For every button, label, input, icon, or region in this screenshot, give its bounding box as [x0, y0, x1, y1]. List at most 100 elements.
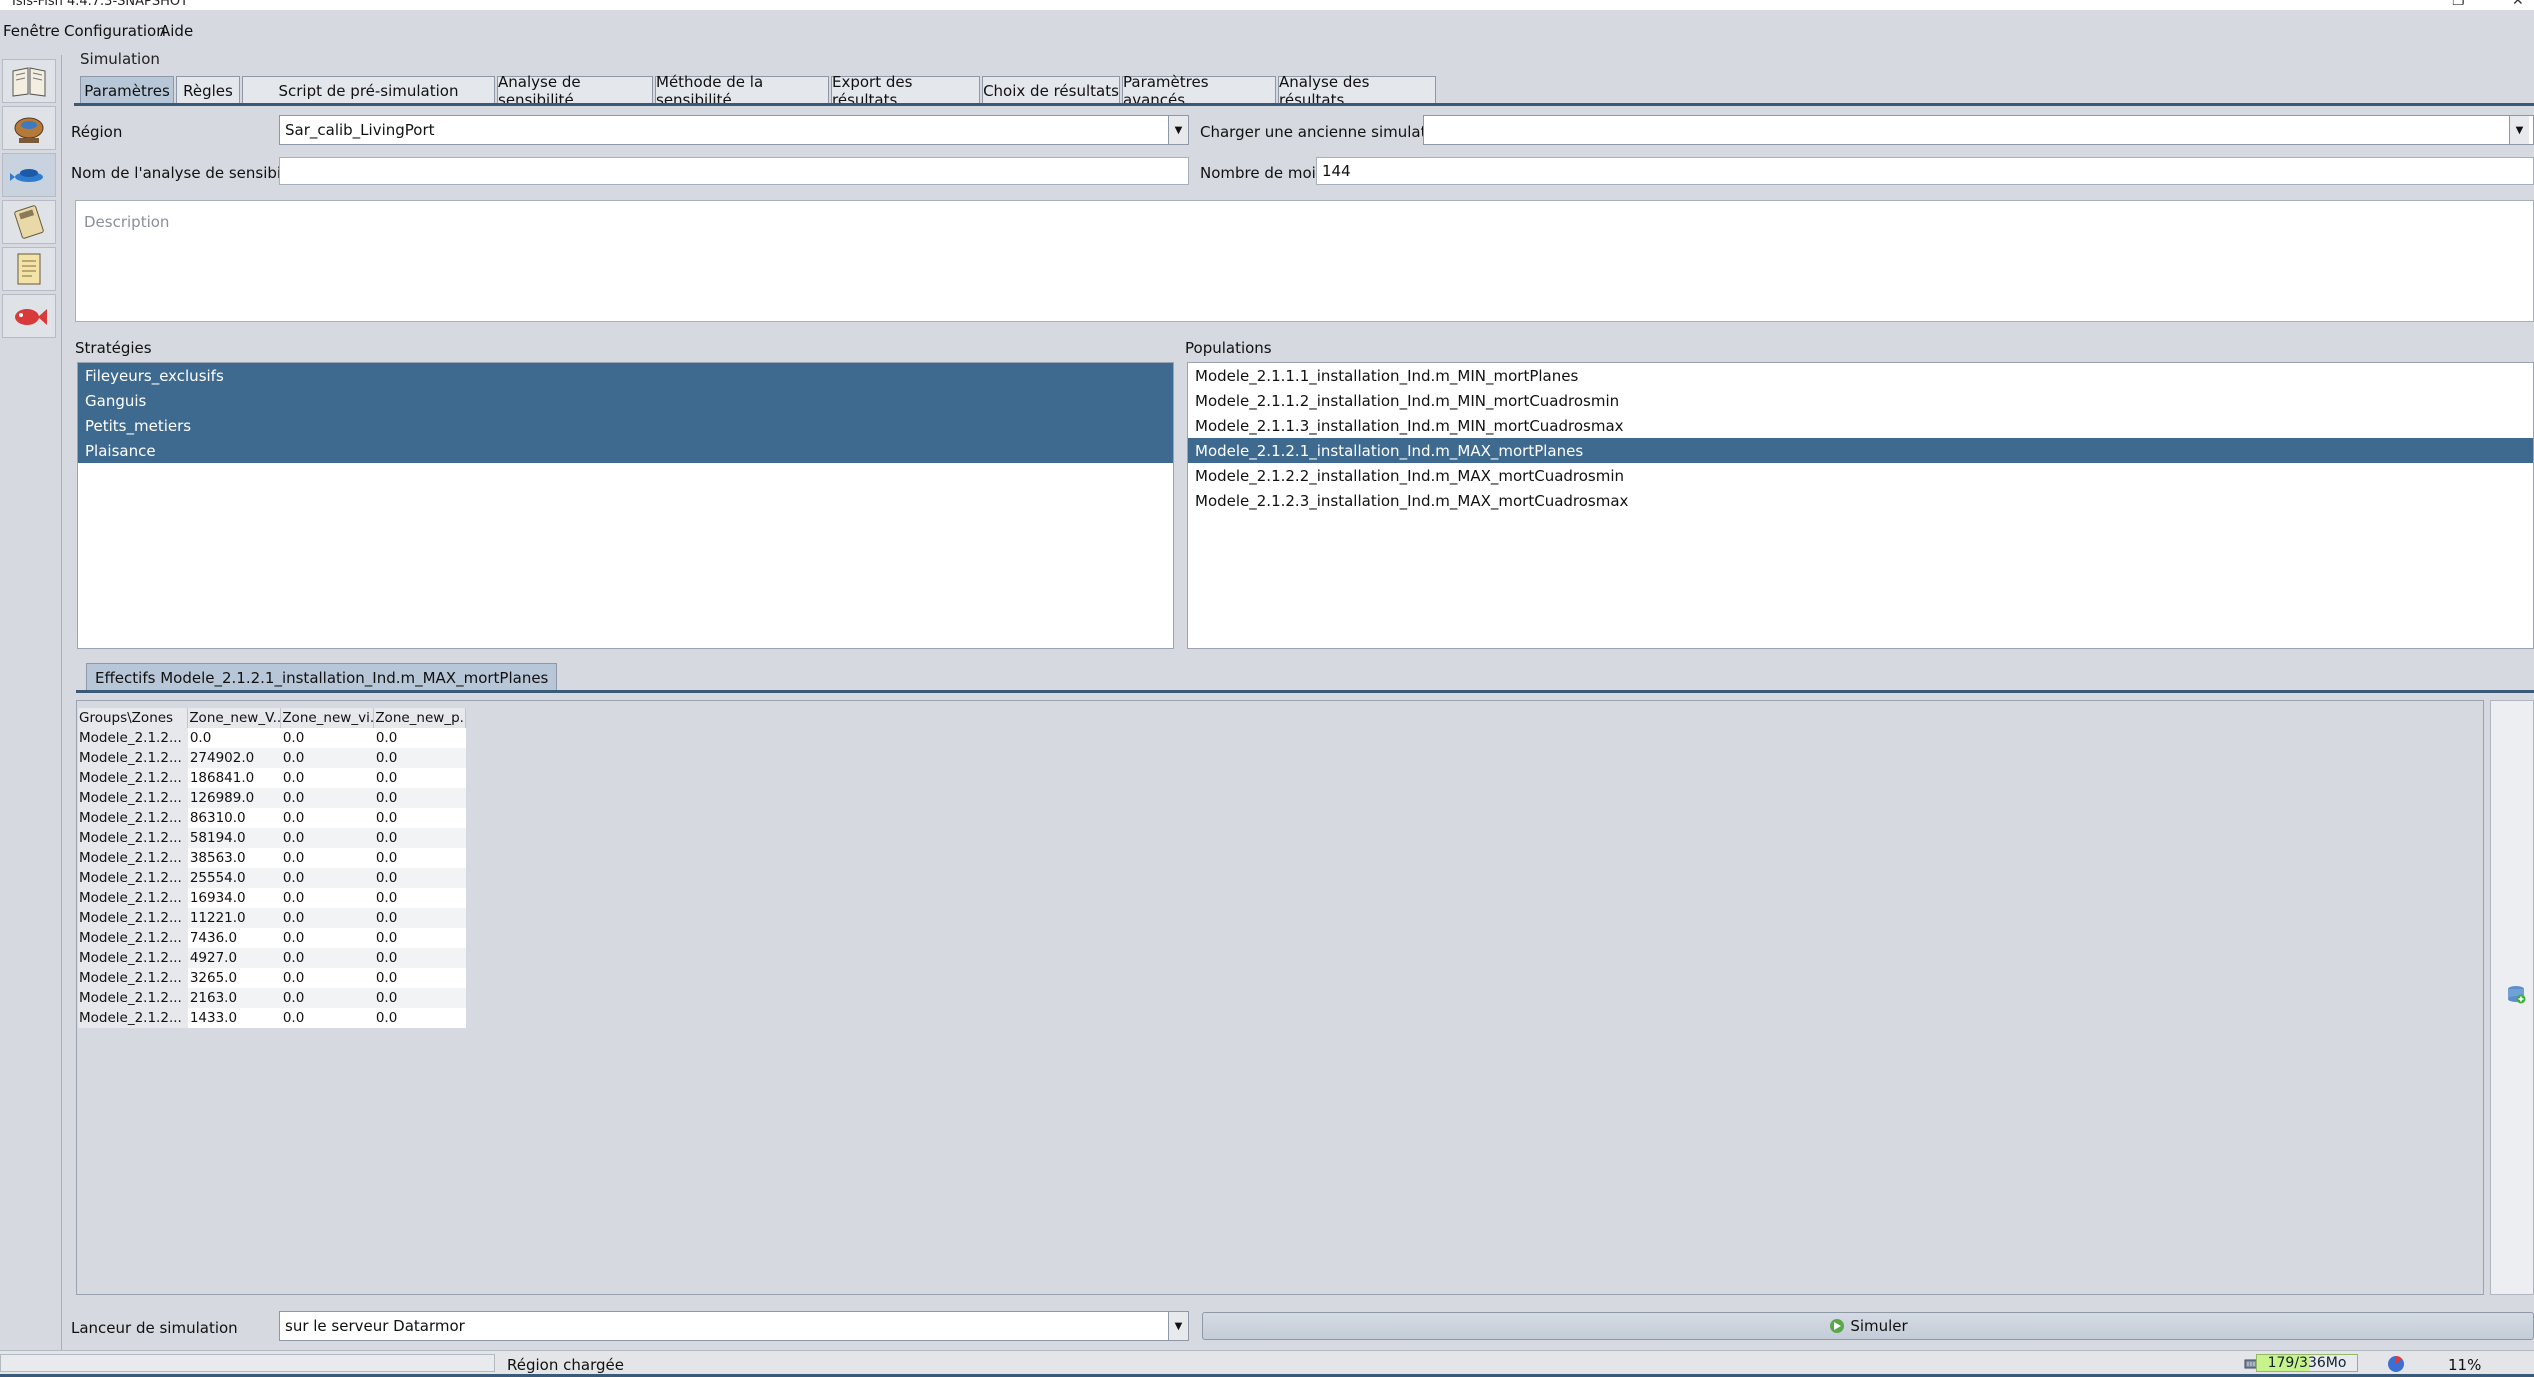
strategy-item[interactable]: Plaisance: [78, 438, 1173, 463]
table-cell[interactable]: 0.0: [373, 788, 466, 808]
fish-school-icon[interactable]: [2, 153, 56, 197]
book-icon[interactable]: [2, 59, 56, 103]
table-cell[interactable]: 0.0: [280, 908, 374, 928]
population-item-selected[interactable]: Modele_2.1.2.1_installation_Ind.m_MAX_mo…: [1188, 438, 2533, 463]
menu-fenetre[interactable]: Fenêtre: [3, 22, 60, 40]
populations-list[interactable]: Modele_2.1.1.1_installation_Ind.m_MIN_mo…: [1187, 362, 2534, 649]
population-item[interactable]: Modele_2.1.2.2_installation_Ind.m_MAX_mo…: [1188, 463, 2533, 488]
table-cell[interactable]: 4927.0: [187, 948, 281, 968]
table-cell[interactable]: 7436.0: [187, 928, 281, 948]
table-row[interactable]: Modele_2.1.2... 0.0 0.0 0.0: [78, 728, 466, 748]
tab-effectifs[interactable]: Effectifs Modele_2.1.2.1_installation_In…: [86, 663, 558, 691]
table-row[interactable]: Modele_2.1.2... 1433.0 0.0 0.0: [78, 1008, 466, 1028]
table-cell[interactable]: 0.0: [373, 948, 466, 968]
restore-window-button[interactable]: ❐: [2452, 0, 2465, 9]
table-cell[interactable]: 0.0: [373, 908, 466, 928]
description-textarea[interactable]: Description: [75, 200, 2534, 322]
row-header-cell[interactable]: Modele_2.1.2...: [78, 868, 188, 888]
add-database-icon[interactable]: [2505, 983, 2527, 1005]
table-cell[interactable]: 0.0: [280, 788, 374, 808]
population-item[interactable]: Modele_2.1.1.1_installation_Ind.m_MIN_mo…: [1188, 363, 2533, 388]
row-header-cell[interactable]: Modele_2.1.2...: [78, 748, 188, 768]
table-cell[interactable]: 0.0: [280, 828, 374, 848]
table-row[interactable]: Modele_2.1.2... 274902.0 0.0 0.0: [78, 748, 466, 768]
table-cell[interactable]: 0.0: [373, 1008, 466, 1028]
effectifs-table[interactable]: Groups\Zones Zone_new_V... Zone_new_vi..…: [78, 708, 467, 1028]
table-cell[interactable]: 0.0: [280, 928, 374, 948]
strategy-item[interactable]: Fileyeurs_exclusifs: [78, 363, 1173, 388]
document-icon[interactable]: [2, 247, 56, 291]
menu-aide[interactable]: Aide: [160, 22, 193, 40]
tab-analyse-sensibilite[interactable]: Analyse de sensibilité: [497, 73, 653, 109]
table-row[interactable]: Modele_2.1.2... 11221.0 0.0 0.0: [78, 908, 466, 928]
table-cell[interactable]: 0.0: [280, 728, 374, 748]
row-header-cell[interactable]: Modele_2.1.2...: [78, 848, 188, 868]
table-cell[interactable]: 126989.0: [187, 788, 281, 808]
table-cell[interactable]: 186841.0: [187, 768, 281, 788]
tab-choix-resultats[interactable]: Choix de résultats: [982, 76, 1120, 104]
table-cell[interactable]: 0.0: [280, 848, 374, 868]
table-cell[interactable]: 0.0: [373, 868, 466, 888]
table-cell[interactable]: 0.0: [373, 728, 466, 748]
table-cell[interactable]: 0.0: [280, 808, 374, 828]
table-row[interactable]: Modele_2.1.2... 86310.0 0.0 0.0: [78, 808, 466, 828]
row-header-cell[interactable]: Modele_2.1.2...: [78, 768, 188, 788]
column-header[interactable]: Zone_new_V...: [187, 708, 282, 728]
region-select[interactable]: Sar_calib_LivingPort ▼: [279, 115, 1189, 145]
row-header-cell[interactable]: Modele_2.1.2...: [78, 828, 188, 848]
table-cell[interactable]: 16934.0: [187, 888, 281, 908]
tab-parametres-avances[interactable]: Paramètres avancés: [1122, 73, 1276, 109]
load-simulation-select[interactable]: ▼: [1423, 115, 2534, 145]
memory-usage-bar[interactable]: 179/336Mo: [2256, 1354, 2358, 1372]
months-input[interactable]: 144: [1316, 157, 2534, 185]
row-header-cell[interactable]: Modele_2.1.2...: [78, 948, 188, 968]
table-cell[interactable]: 0.0: [373, 968, 466, 988]
table-cell[interactable]: 0.0: [187, 728, 281, 748]
launcher-select[interactable]: sur le serveur Datarmor ▼: [279, 1311, 1189, 1341]
chevron-down-icon[interactable]: ▼: [1168, 116, 1188, 144]
row-header-cell[interactable]: Modele_2.1.2...: [78, 1008, 188, 1028]
row-header-cell[interactable]: Modele_2.1.2...: [78, 928, 188, 948]
table-cell[interactable]: 0.0: [280, 968, 374, 988]
table-cell[interactable]: 0.0: [280, 888, 374, 908]
table-cell[interactable]: 38563.0: [187, 848, 281, 868]
table-row[interactable]: Modele_2.1.2... 126989.0 0.0 0.0: [78, 788, 466, 808]
table-row[interactable]: Modele_2.1.2... 7436.0 0.0 0.0: [78, 928, 466, 948]
table-cell[interactable]: 0.0: [373, 888, 466, 908]
table-cell[interactable]: 274902.0: [187, 748, 281, 768]
column-header[interactable]: Groups\Zones: [78, 708, 189, 728]
table-cell[interactable]: 3265.0: [187, 968, 281, 988]
table-cell[interactable]: 25554.0: [187, 868, 281, 888]
table-cell[interactable]: 0.0: [280, 988, 374, 1008]
strategy-item[interactable]: Ganguis: [78, 388, 1173, 413]
table-cell[interactable]: 0.0: [373, 768, 466, 788]
table-cell[interactable]: 0.0: [373, 928, 466, 948]
table-cell[interactable]: 0.0: [280, 768, 374, 788]
table-row[interactable]: Modele_2.1.2... 58194.0 0.0 0.0: [78, 828, 466, 848]
menu-configuration[interactable]: Configuration: [64, 22, 166, 40]
table-row[interactable]: Modele_2.1.2... 38563.0 0.0 0.0: [78, 848, 466, 868]
table-cell[interactable]: 0.0: [280, 1008, 374, 1028]
tab-script-pre-simulation[interactable]: Script de pré-simulation: [242, 76, 495, 104]
table-cell[interactable]: 0.0: [280, 748, 374, 768]
strategy-item[interactable]: Petits_metiers: [78, 413, 1173, 438]
tab-export-resultats[interactable]: Export des résultats: [831, 73, 980, 109]
tab-parametres[interactable]: Paramètres: [80, 76, 174, 104]
table-cell[interactable]: 0.0: [373, 748, 466, 768]
close-window-button[interactable]: ✕: [2512, 0, 2524, 9]
row-header-cell[interactable]: Modele_2.1.2...: [78, 788, 188, 808]
row-header-cell[interactable]: Modele_2.1.2...: [78, 988, 188, 1008]
table-cell[interactable]: 0.0: [373, 828, 466, 848]
table-row[interactable]: Modele_2.1.2... 25554.0 0.0 0.0: [78, 868, 466, 888]
chevron-down-icon[interactable]: ▼: [1168, 1312, 1188, 1340]
table-row[interactable]: Modele_2.1.2... 2163.0 0.0 0.0: [78, 988, 466, 1008]
table-cell[interactable]: 86310.0: [187, 808, 281, 828]
table-cell[interactable]: 0.0: [280, 948, 374, 968]
table-cell[interactable]: 0.0: [373, 808, 466, 828]
strategies-list[interactable]: Fileyeurs_exclusifs Ganguis Petits_metie…: [77, 362, 1174, 649]
tab-regles[interactable]: Règles: [176, 76, 240, 104]
calculator-icon[interactable]: [2, 200, 56, 244]
table-row[interactable]: Modele_2.1.2... 16934.0 0.0 0.0: [78, 888, 466, 908]
tab-analyse-resultats[interactable]: Analyse des résultats: [1278, 73, 1436, 109]
table-cell[interactable]: 0.0: [373, 988, 466, 1008]
